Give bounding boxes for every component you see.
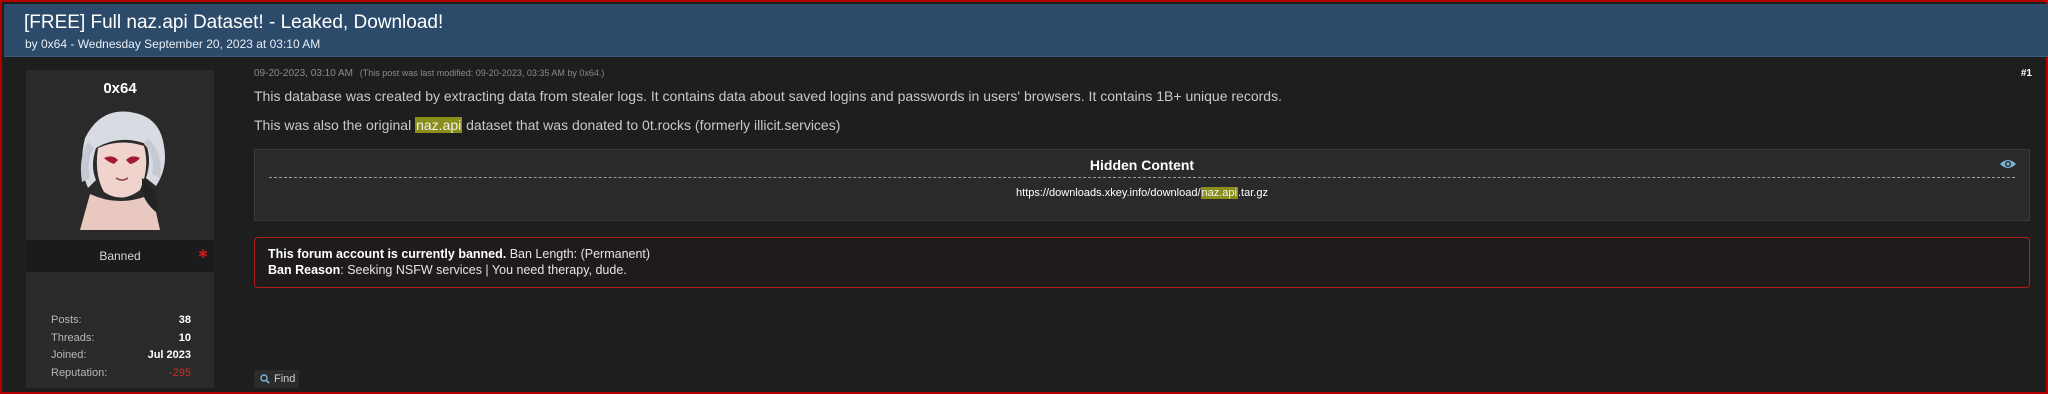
- find-label: Find: [274, 373, 296, 385]
- usertitle-bar: Banned ✱: [26, 240, 214, 272]
- stat-value[interactable]: 38: [179, 314, 191, 326]
- post-edited-note: (This post was last modified: 09-20-2023…: [359, 68, 605, 78]
- search-highlight: naz.api: [1200, 187, 1238, 199]
- avatar[interactable]: [60, 108, 180, 230]
- link-text-before: https://downloads.xkey.info/download/: [1016, 187, 1201, 199]
- hidden-content-box: Hidden Content https://downloads.xkey.in…: [254, 149, 2030, 221]
- stat-label: Joined:: [51, 349, 87, 361]
- search-icon: [260, 374, 270, 384]
- stat-threads: Threads: 10: [26, 332, 214, 348]
- author-stats: Posts: 38 Threads: 10 Joined: Jul 2023 R…: [26, 272, 214, 388]
- para2-text-after: dataset that was donated to 0t.rocks (fo…: [462, 117, 841, 133]
- page-frame: [FREE] Full naz.api Dataset! - Leaked, D…: [0, 0, 2048, 394]
- stat-value[interactable]: 10: [179, 332, 191, 344]
- post-number-link[interactable]: #1: [2021, 68, 2032, 79]
- author-profile-card: 0x64: [26, 70, 214, 240]
- search-highlight: naz.api: [415, 117, 463, 133]
- stat-reputation: Reputation: -295: [26, 367, 214, 383]
- ban-status-bold: This forum account is currently banned.: [268, 247, 507, 261]
- post-meta: 09-20-2023, 03:10 AM (This post was last…: [254, 68, 604, 79]
- eye-icon[interactable]: [1999, 157, 2017, 171]
- stat-joined: Joined: Jul 2023: [26, 349, 214, 365]
- usertitle: Banned: [99, 249, 141, 263]
- stat-value: Jul 2023: [147, 349, 191, 361]
- stat-label: Posts:: [51, 314, 82, 326]
- hidden-content-title: Hidden Content: [1089, 157, 1195, 173]
- stat-label: Reputation:: [51, 367, 108, 379]
- username-link[interactable]: 0x64: [26, 80, 214, 97]
- ban-reason-line: Ban Reason: Seeking NSFW services | You …: [268, 263, 627, 277]
- stat-label: Threads:: [51, 332, 95, 344]
- post-paragraph-2: This was also the original naz.api datas…: [254, 117, 840, 133]
- ban-reason-label: Ban Reason: [268, 263, 341, 277]
- thread-byline: by 0x64 - Wednesday September 20, 2023 a…: [25, 37, 321, 51]
- ban-reason-text: : Seeking NSFW services | You need thera…: [340, 263, 627, 277]
- star-icon: ✱: [198, 247, 209, 261]
- ban-length: Ban Length: (Permanent): [506, 247, 651, 261]
- link-text-after: .tar.gz: [1237, 187, 1268, 199]
- thread-title: [FREE] Full naz.api Dataset! - Leaked, D…: [24, 12, 444, 33]
- stat-posts: Posts: 38: [26, 314, 214, 330]
- post-paragraph-1: This database was created by extracting …: [254, 88, 1282, 104]
- ban-status-line: This forum account is currently banned. …: [268, 247, 650, 261]
- author-panel: 0x64 Banned ✱ Posts: 38 Threads: 10 Join…: [26, 70, 214, 388]
- hidden-content-divider: [269, 177, 2015, 178]
- find-button[interactable]: Find: [254, 370, 299, 388]
- download-link[interactable]: https://downloads.xkey.info/download/naz…: [255, 187, 2029, 199]
- thread-header: [FREE] Full naz.api Dataset! - Leaked, D…: [4, 4, 2048, 57]
- para2-text-before: This was also the original: [254, 117, 416, 133]
- post-date: 09-20-2023, 03:10 AM: [254, 68, 353, 79]
- reputation-value[interactable]: -295: [169, 367, 191, 379]
- ban-notice: This forum account is currently banned. …: [254, 237, 2030, 288]
